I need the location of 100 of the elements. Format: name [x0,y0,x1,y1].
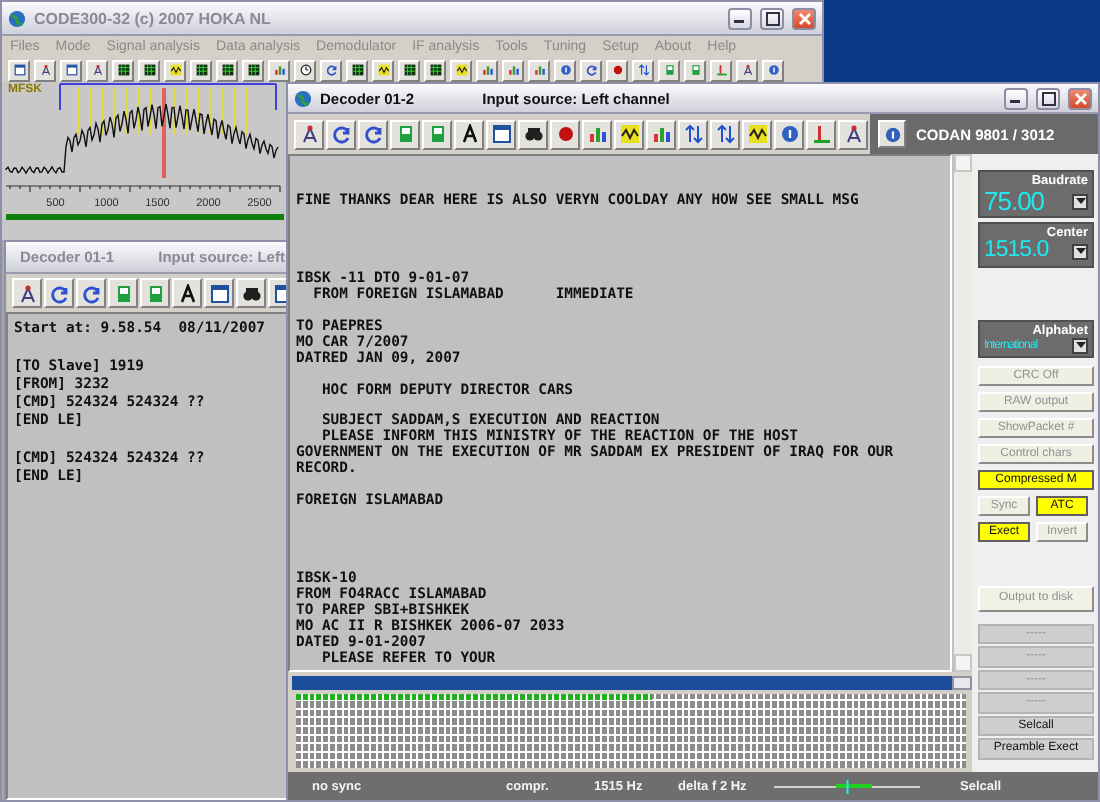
toolbar-button[interactable] [204,278,234,308]
grid-icon [195,64,207,76]
toolbar-button[interactable] [614,119,644,149]
info-icon [883,125,901,143]
close-button[interactable] [792,7,816,29]
antenna-icon [39,64,51,76]
arrows-icon [715,124,735,144]
toolbar-button[interactable] [632,59,654,81]
toolbar-button[interactable] [606,59,628,81]
dropdown-button[interactable] [1072,243,1088,260]
refresh-icon [49,283,69,303]
bar-chart-icon [481,64,493,76]
bar-chart-icon [587,124,607,144]
toolbar-button[interactable] [646,119,676,149]
grid-icon [221,64,233,76]
bar-chart-icon [533,64,545,76]
toolbar-button[interactable] [424,59,446,81]
dropdown-button[interactable] [1072,337,1088,353]
toolbar-button[interactable] [294,59,316,81]
grid-icon [117,64,129,76]
grid-icon [351,64,363,76]
toolbar-button[interactable] [450,59,472,81]
toolbar-button[interactable] [742,119,772,149]
toolbar-button[interactable] [12,278,42,308]
toolbar-button[interactable] [736,59,758,81]
toolbar-button[interactable] [294,119,324,149]
toolbar-button[interactable] [582,119,612,149]
minimize-button[interactable] [728,7,752,29]
toolbar-button[interactable] [216,59,238,81]
bar-chart-icon [273,64,285,76]
wave-icon [747,124,767,144]
toolbar-button[interactable] [172,278,202,308]
refresh-icon [325,64,337,76]
refresh-icon [363,124,383,144]
toolbar-button[interactable] [358,119,388,149]
toolbar-button[interactable] [580,59,602,81]
binoculars-icon [241,283,261,303]
arrows-icon [637,64,649,76]
wave-icon [619,124,639,144]
toolbar-button[interactable] [138,59,160,81]
toolbar-button[interactable] [838,119,868,149]
dropdown-button[interactable] [1072,193,1088,209]
info-icon [779,124,799,144]
disk-icon [663,64,675,76]
clock-icon [299,64,311,76]
close-icon [797,11,811,25]
toolbar-button[interactable] [242,59,264,81]
toolbar-button[interactable] [710,119,740,149]
refresh-icon [81,283,101,303]
bar-chart-icon [507,64,519,76]
font-icon [459,124,479,144]
wave-icon [169,64,181,76]
minimize-button[interactable] [1004,87,1028,109]
toolbar-button[interactable] [112,59,134,81]
antenna-icon [741,64,753,76]
record-icon [555,124,575,144]
toolbar-button[interactable] [164,59,186,81]
arrows-icon [683,124,703,144]
refresh-icon [585,64,597,76]
toolbar-button[interactable] [326,119,356,149]
display-value: 75.00 [984,188,1045,214]
toolbar-button[interactable] [550,119,580,149]
toolbar-button[interactable] [76,278,106,308]
antenna-icon [843,124,863,144]
refresh-icon [331,124,351,144]
toolbar-button[interactable] [346,59,368,81]
toolbar-button[interactable] [678,119,708,149]
toolbar-button[interactable] [320,59,342,81]
toolbar-button[interactable] [398,59,420,81]
toolbar-button[interactable] [60,59,82,81]
info-icon [767,64,779,76]
grid-icon [429,64,441,76]
antenna-icon [91,64,103,76]
toolbar-button[interactable] [236,278,266,308]
maximize-button[interactable] [1036,87,1060,109]
globe-icon [294,89,312,107]
toolbar-button[interactable] [486,119,516,149]
level-icon [811,124,831,144]
globe-icon [8,9,26,27]
toolbar-button[interactable] [190,59,212,81]
toolbar-button[interactable] [372,59,394,81]
toolbar-button[interactable] [34,59,56,81]
level-icon [715,64,727,76]
close-icon [1073,91,1087,105]
maximize-button[interactable] [760,7,784,29]
toolbar-button[interactable] [44,278,74,308]
font-icon [177,283,197,303]
toolbar-button[interactable] [86,59,108,81]
caret-icon [1075,248,1085,255]
window-icon [13,64,25,76]
toolbar-button[interactable] [518,119,548,149]
close-button[interactable] [1068,87,1092,109]
bar-chart-icon [651,124,671,144]
window-icon [65,64,77,76]
display-value: 1515.0 [984,240,1049,263]
toolbar-button[interactable] [8,59,30,81]
toolbar-button[interactable] [454,119,484,149]
scrollbar[interactable] [952,154,972,672]
window-title: CODE300-32 (c) 2007 HOKA NL [34,9,271,27]
horizontal-scrollbar[interactable] [292,675,972,691]
